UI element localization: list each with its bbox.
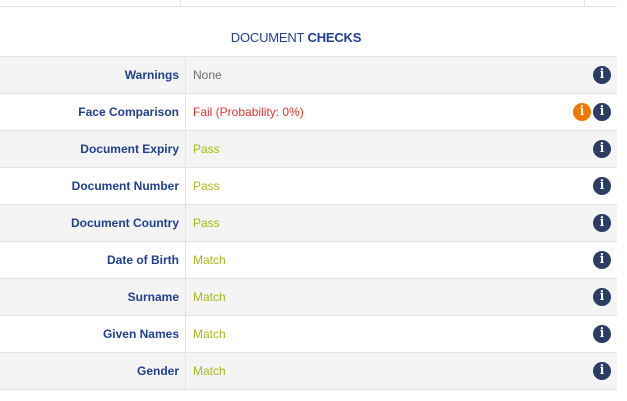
row-value: Match [185,241,551,279]
previous-section-row [0,0,617,7]
row-label: Document Number [0,167,186,205]
document-checks-table: Warnings None i Face Comparison Fail (Pr… [0,56,617,390]
column-divider [180,0,181,6]
row-label: Document Expiry [0,130,186,168]
row-label: Face Comparison [0,93,186,131]
row-label: Date of Birth [0,241,186,279]
row-label: Warnings [0,56,186,94]
table-row: Gender Match i [0,352,617,390]
table-row: Surname Match i [0,278,617,316]
row-value: Match [185,315,551,353]
table-row: Date of Birth Match i [0,241,617,279]
table-row: Document Number Pass i [0,167,617,205]
row-value: Pass [185,167,551,205]
section-title-strong: CHECKS [307,30,362,45]
info-circle-icon[interactable]: i [593,140,611,158]
info-circle-icon[interactable]: i [593,325,611,343]
info-circle-icon[interactable]: i [593,103,611,121]
row-value: None [185,56,551,94]
row-value: Match [185,278,551,316]
info-circle-icon[interactable]: i [593,362,611,380]
row-label: Surname [0,278,186,316]
row-value: Match [185,352,551,390]
table-row: Given Names Match i [0,315,617,353]
info-circle-icon[interactable]: i [593,66,611,84]
section-title-prefix: DOCUMENT [230,30,305,45]
info-circle-icon[interactable]: i [593,177,611,195]
column-divider [584,0,585,6]
row-value: Pass [185,130,551,168]
info-circle-icon[interactable]: i [593,251,611,269]
table-row: Document Country Pass i [0,204,617,242]
info-circle-icon[interactable]: i [593,214,611,232]
row-value: Pass [185,204,551,242]
table-row: Face Comparison Fail (Probability: 0%) i… [0,93,617,131]
row-label: Document Country [0,204,186,242]
info-circle-icon[interactable]: i [593,288,611,306]
row-value: Fail (Probability: 0%) [185,93,551,131]
warning-info-icon[interactable]: i [573,103,591,121]
table-row: Document Expiry Pass i [0,130,617,168]
row-label: Gender [0,352,186,390]
table-row: Warnings None i [0,56,617,94]
section-title: DOCUMENT CHECKS [0,30,592,45]
row-label: Given Names [0,315,186,353]
